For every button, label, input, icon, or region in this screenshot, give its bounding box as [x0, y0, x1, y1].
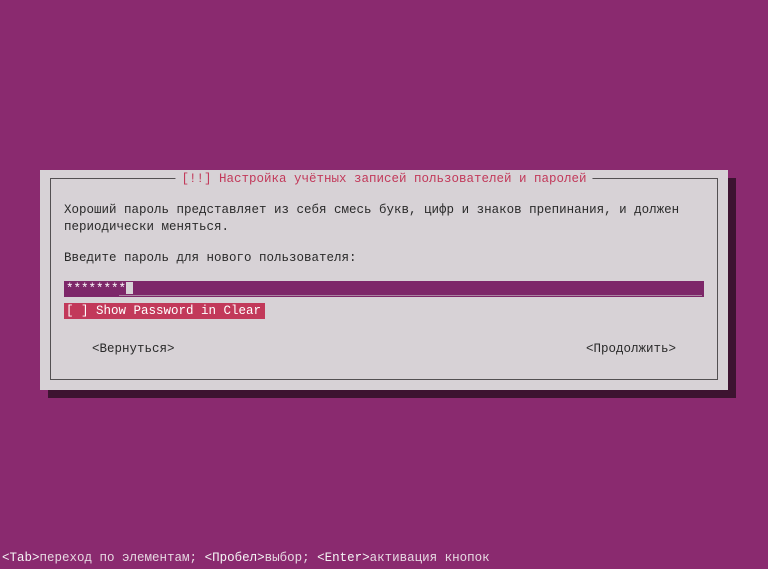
nav-row: <Вернуться> <Продолжить> [64, 341, 704, 358]
checkbox-box: [ ] [66, 304, 89, 318]
password-input[interactable]: ******** [64, 281, 704, 297]
back-button[interactable]: <Вернуться> [92, 341, 175, 358]
password-prompt: Введите пароль для нового пользователя: [64, 250, 704, 267]
hint-enter-key: <Enter> [317, 551, 370, 565]
password-value: ******** [66, 282, 126, 296]
dialog-title: [!!] Настройка учётных записей пользоват… [175, 171, 592, 188]
hint-space-text: выбор; [265, 551, 310, 565]
dialog: [!!] Настройка учётных записей пользоват… [40, 170, 728, 390]
checkbox-label: Show Password in Clear [96, 304, 261, 318]
dialog-body: Хороший пароль представляет из себя смес… [50, 188, 718, 372]
hint-enter-text: активация кнопок [370, 551, 490, 565]
password-hint-text: Хороший пароль представляет из себя смес… [64, 202, 704, 236]
show-password-checkbox[interactable]: [ ] Show Password in Clear [64, 303, 265, 319]
continue-button[interactable]: <Продолжить> [586, 341, 676, 358]
text-cursor [126, 282, 133, 294]
dialog-container: [!!] Настройка учётных записей пользоват… [40, 170, 728, 390]
statusbar: <Tab>переход по элементам; <Пробел>выбор… [2, 550, 490, 567]
hint-space-key: <Пробел> [205, 551, 265, 565]
hint-tab-text: переход по элементам; [40, 551, 198, 565]
hint-tab-key: <Tab> [2, 551, 40, 565]
input-underline [119, 295, 702, 296]
